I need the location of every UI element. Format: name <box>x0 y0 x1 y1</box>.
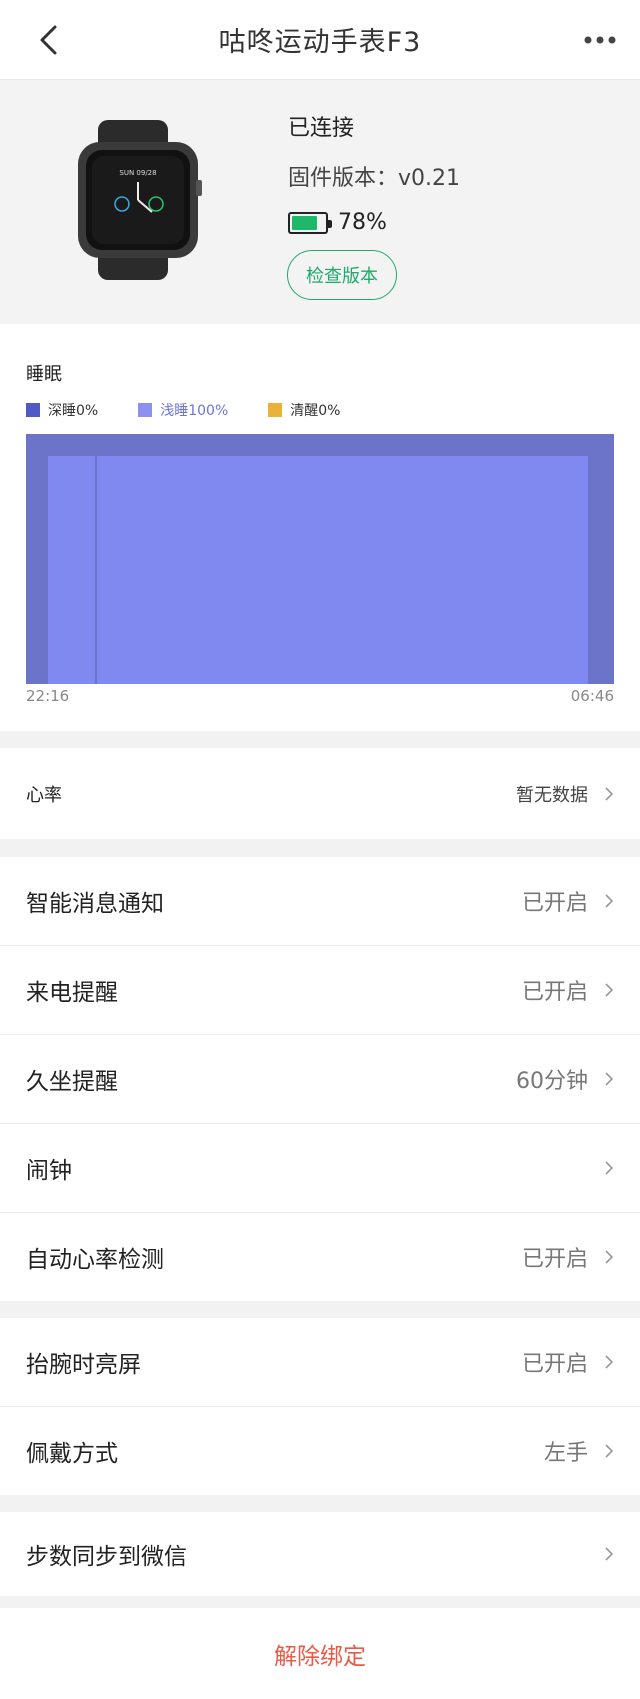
setting-label: 来电提醒 <box>26 980 118 1006</box>
sleep-card[interactable]: 睡眠 深睡0% 浅睡100% 清醒0% 22:16 06:46 <box>0 324 640 731</box>
legend-awake: 清醒0% <box>268 400 340 420</box>
setting-label: 步数同步到微信 <box>26 1544 187 1570</box>
heart-rate-row[interactable]: 心率 暂无数据 <box>0 748 640 839</box>
setting-row-sedentary[interactable]: 久坐提醒 60分钟 <box>0 1035 640 1123</box>
setting-value: 已开启 <box>521 980 588 1005</box>
setting-row-raise-wrist[interactable]: 抬腕时亮屏 已开启 <box>0 1318 640 1406</box>
battery-icon <box>288 211 332 234</box>
setting-label: 抬腕时亮屏 <box>26 1352 141 1378</box>
top-nav-bar: 咕咚运动手表F3 <box>0 0 640 80</box>
legend-deep-swatch <box>26 403 40 417</box>
chevron-right-icon <box>605 1250 614 1264</box>
chevron-right-icon <box>605 1355 614 1369</box>
setting-label: 久坐提醒 <box>26 1069 118 1095</box>
chevron-right-icon <box>605 1072 614 1086</box>
chevron-right-icon <box>605 1161 614 1175</box>
legend-awake-label: 清醒0% <box>290 403 341 419</box>
more-dots-icon <box>584 36 616 44</box>
setting-value: 已开启 <box>521 1247 588 1272</box>
device-info-panel: SUN 09/28 已连接 固件版本：v0.21 78% 检查版本 <box>0 80 640 324</box>
setting-value: 已开启 <box>521 1352 588 1377</box>
back-button[interactable] <box>28 20 68 60</box>
sleep-chart <box>26 434 614 684</box>
more-button[interactable] <box>578 20 622 60</box>
sleep-title: 睡眠 <box>26 364 62 385</box>
setting-label: 自动心率检测 <box>26 1247 164 1273</box>
setting-label: 闹钟 <box>26 1158 72 1184</box>
setting-row-wechat-sync[interactable]: 步数同步到微信 <box>0 1512 640 1596</box>
legend-awake-swatch <box>268 403 283 417</box>
light-sleep-band <box>48 456 588 684</box>
setting-value: 60分钟 <box>516 1069 588 1094</box>
battery-fill <box>292 215 317 230</box>
legend-deep-label: 深睡0% <box>48 403 99 419</box>
unbind-label: 解除绑定 <box>274 1643 366 1670</box>
unbind-button[interactable]: 解除绑定 <box>0 1608 640 1699</box>
setting-label: 智能消息通知 <box>26 891 164 917</box>
firmware-version: 固件版本：v0.21 <box>288 166 461 191</box>
setting-value: 左手 <box>543 1441 588 1466</box>
legend-light-swatch <box>138 403 153 417</box>
watch-face-date: SUN 09/28 <box>119 169 156 177</box>
back-arrow-icon <box>40 25 57 55</box>
setting-row-auto-heart-rate[interactable]: 自动心率检测 已开启 <box>0 1213 640 1301</box>
setting-row-message-notify[interactable]: 智能消息通知 已开启 <box>0 857 640 945</box>
chevron-right-icon <box>605 983 614 997</box>
heart-rate-label: 心率 <box>26 784 62 806</box>
sleep-legend: 深睡0% 浅睡100% 清醒0% <box>26 400 380 420</box>
setting-label: 佩戴方式 <box>26 1441 118 1467</box>
setting-value: 已开启 <box>521 891 588 916</box>
page-title: 咕咚运动手表F3 <box>218 27 422 58</box>
check-version-button[interactable]: 检查版本 <box>287 250 397 300</box>
legend-light-label: 浅睡100% <box>160 403 229 419</box>
chevron-right-icon <box>605 894 614 908</box>
heart-rate-value: 暂无数据 <box>516 784 588 806</box>
legend-light-sleep: 浅睡100% <box>138 400 228 420</box>
sleep-end-time: 06:46 <box>570 687 614 705</box>
battery-text: 78% <box>338 210 387 235</box>
sleep-start-time: 22:16 <box>26 687 70 705</box>
watch-image: SUN 09/28 <box>78 120 202 280</box>
legend-deep-sleep: 深睡0% <box>26 400 98 420</box>
chevron-right-icon <box>605 1547 614 1561</box>
setting-row-wear-hand[interactable]: 佩戴方式 左手 <box>0 1407 640 1495</box>
chevron-right-icon <box>605 1444 614 1458</box>
connection-status: 已连接 <box>288 116 355 141</box>
setting-row-alarm[interactable]: 闹钟 <box>0 1124 640 1212</box>
chevron-right-icon <box>605 786 614 801</box>
setting-row-call-alert[interactable]: 来电提醒 已开启 <box>0 946 640 1034</box>
battery-row: 78% <box>288 210 387 235</box>
